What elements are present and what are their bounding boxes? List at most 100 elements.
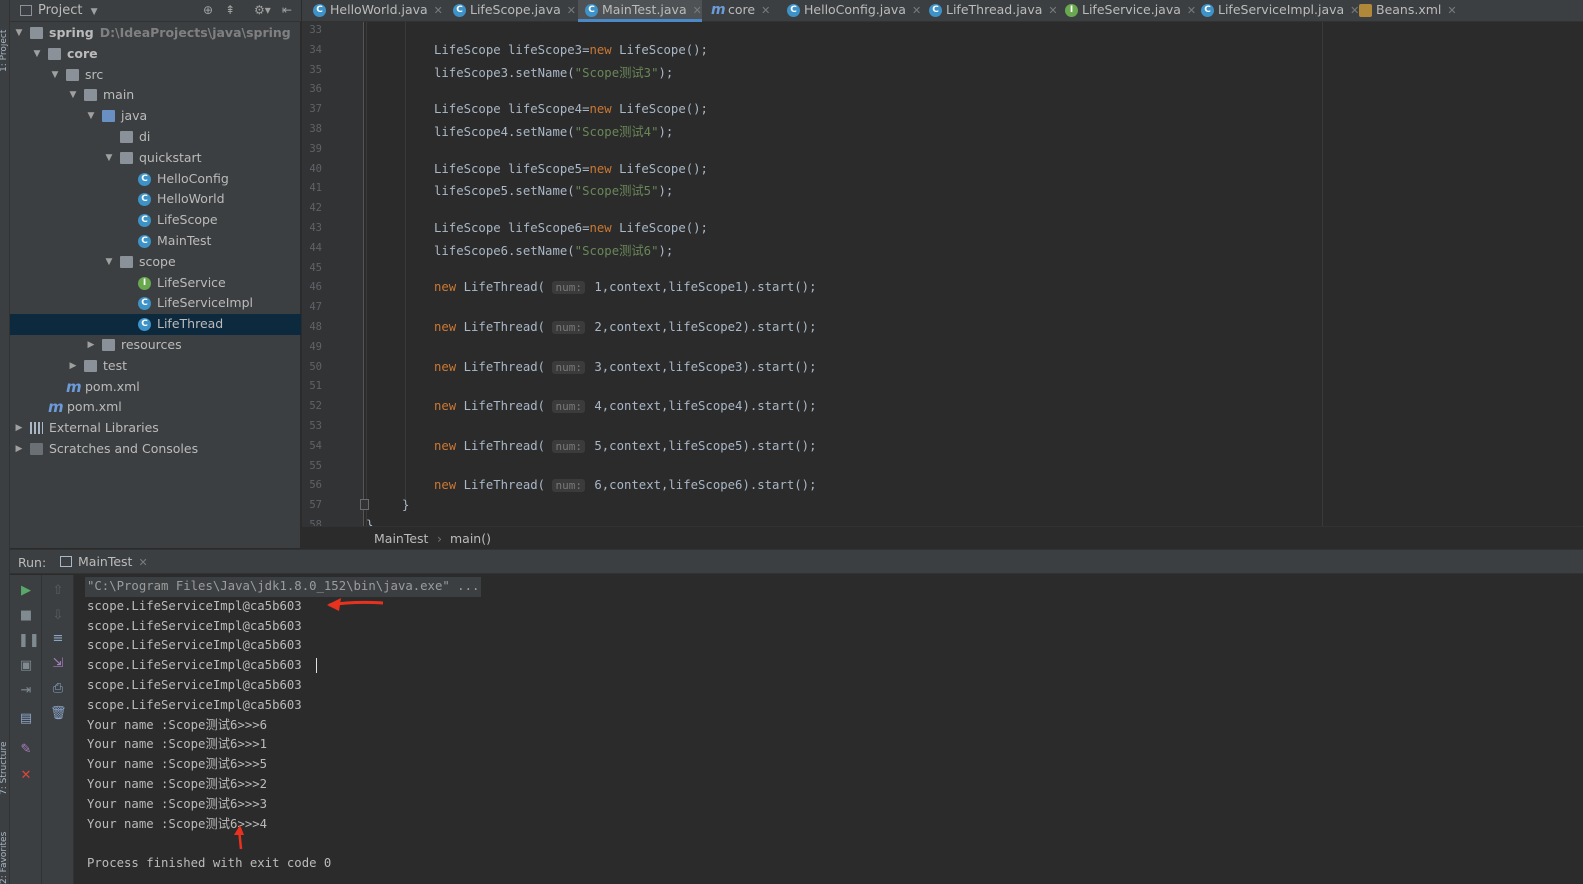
gear-icon[interactable]: ⚙▾ <box>254 3 271 17</box>
editor-tab-label: HelloWorld.java <box>330 2 428 17</box>
tree-item[interactable]: C HelloConfig <box>10 169 301 190</box>
tree-item[interactable]: ▼ core <box>10 44 301 65</box>
class-icon: C <box>138 172 151 186</box>
rerun-icon[interactable]: ▶ <box>18 583 34 599</box>
expanded-arrow-icon[interactable]: ▼ <box>86 106 96 127</box>
tree-item-label: LifeScope <box>157 212 218 228</box>
tree-item[interactable]: I LifeService <box>10 273 301 294</box>
console-line: Process finished with exit code 0 <box>87 856 332 871</box>
close-icon[interactable]: ✕ <box>434 4 443 17</box>
soft-wrap-icon[interactable]: ≡ <box>50 631 66 647</box>
class-icon: C <box>313 4 326 17</box>
tree-item-label: spring D:\IdeaProjects\java\spring <box>49 25 291 40</box>
fold-marker-icon[interactable] <box>360 499 369 510</box>
code-editor[interactable]: 33 34 35 36 37 38 39 40 41 42 43 44 45 46 47 48 49 50 51 52… <box>302 22 1583 526</box>
tree-item[interactable]: ▶ resources <box>10 335 301 356</box>
editor-tab[interactable]: C MainTest.java ✕ <box>578 0 702 22</box>
tree-item[interactable]: m pom.xml <box>10 377 301 398</box>
editor-tab[interactable]: C HelloConfig.java ✕ <box>780 0 921 22</box>
tree-item[interactable]: ▶ External Libraries <box>10 418 301 439</box>
layout-icon[interactable]: ▤ <box>18 711 34 727</box>
collapse-all-icon[interactable]: ⇞ <box>225 3 235 17</box>
editor-tab[interactable]: C HelloWorld.java ✕ <box>306 0 443 22</box>
line-number: 43 <box>309 222 322 234</box>
right-margin-line <box>1322 22 1323 526</box>
tree-item[interactable]: ▼ java <box>10 106 301 127</box>
close-icon[interactable]: ✕ <box>1447 4 1456 17</box>
collapsed-arrow-icon[interactable]: ▶ <box>86 335 96 356</box>
editor-tab[interactable]: C LifeThread.java ✕ <box>922 0 1058 22</box>
project-view-selector[interactable]: Project ▼ <box>38 3 98 18</box>
run-tab-maintest[interactable]: MainTest ✕ <box>58 550 148 574</box>
arrow-up-icon[interactable]: ⇧ <box>50 583 66 599</box>
folder-icon <box>84 359 97 372</box>
tree-item-label: main <box>103 87 135 103</box>
close-icon[interactable]: ✕ <box>1048 4 1057 17</box>
tree-item[interactable]: C LifeServiceImpl <box>10 293 301 314</box>
tree-item[interactable]: ▶ test <box>10 356 301 377</box>
project-header: Project ▼ ⊕ ⇞ ⚙▾ ⇤ <box>10 0 301 22</box>
close-icon[interactable]: ✕ <box>912 4 921 17</box>
expanded-arrow-icon[interactable]: ▼ <box>32 44 42 65</box>
editor-tab[interactable]: Beans.xml ✕ <box>1352 0 1457 22</box>
hide-icon[interactable]: ⇤ <box>282 3 292 17</box>
class-icon: C <box>138 235 151 248</box>
exit-icon[interactable]: ⇥ <box>18 683 34 699</box>
tree-item[interactable]: C LifeThread <box>10 314 301 335</box>
dump-threads-icon[interactable]: ▣ <box>18 658 34 674</box>
editor-tab[interactable]: C LifeServiceImpl.java ✕ <box>1194 0 1359 22</box>
line-number: 44 <box>309 241 322 254</box>
code-line: lifeScope6.setName("Scope测试6"); <box>434 243 674 258</box>
editor-tab[interactable]: I LifeService.java ✕ <box>1058 0 1196 22</box>
target-icon[interactable]: ⊕ <box>203 3 213 17</box>
print-icon[interactable]: ⎙ <box>50 681 66 697</box>
tree-item[interactable]: ▶ Scratches and Consoles <box>10 439 301 460</box>
collapsed-arrow-icon[interactable]: ▶ <box>14 439 24 460</box>
breadcrumb-method[interactable]: main() <box>450 531 491 546</box>
line-number: 54 <box>309 439 322 452</box>
code-line: new LifeThread( num: 5,context,lifeScope… <box>434 438 817 453</box>
tree-item[interactable]: ▼ scope <box>10 252 301 273</box>
tree-item[interactable]: C HelloWorld <box>10 189 301 210</box>
editor-tab[interactable]: m core ✕ <box>704 0 770 22</box>
editor-tab-label: HelloConfig.java <box>804 2 906 17</box>
tree-item-label: MainTest <box>157 233 212 248</box>
module-folder-icon <box>48 47 61 60</box>
arrow-down-icon[interactable]: ⇩ <box>50 608 66 624</box>
tree-item[interactable]: C MainTest <box>10 231 301 252</box>
class-icon: C <box>787 4 800 17</box>
close-icon[interactable]: ✕ <box>18 768 34 784</box>
close-icon[interactable]: ✕ <box>693 4 702 17</box>
scroll-to-end-icon[interactable]: ⇲ <box>50 656 66 672</box>
tree-item[interactable]: C LifeScope <box>10 210 301 231</box>
breadcrumb-class[interactable]: MainTest <box>374 531 428 546</box>
close-icon[interactable]: ✕ <box>138 556 147 569</box>
tree-item[interactable]: di <box>10 127 301 148</box>
line-number: 38 <box>309 123 322 135</box>
collapsed-arrow-icon[interactable]: ▶ <box>68 356 78 377</box>
trash-icon[interactable]: 🗑 <box>50 706 67 722</box>
tree-item[interactable]: ▼ src <box>10 65 301 86</box>
expanded-arrow-icon[interactable]: ▼ <box>68 85 78 106</box>
tree-item-label: quickstart <box>139 149 202 165</box>
close-icon[interactable]: ✕ <box>567 4 576 17</box>
console-output[interactable]: "C:\Program Files\Java\jdk1.8.0_152\bin\… <box>75 575 1583 884</box>
expanded-arrow-icon[interactable]: ▼ <box>50 65 60 86</box>
close-icon[interactable]: ✕ <box>761 4 770 17</box>
code-line: LifeScope lifeScope6=new LifeScope(); <box>434 221 708 235</box>
tree-item[interactable]: ▼ quickstart <box>10 148 301 169</box>
tree-item[interactable]: ▼ spring D:\IdeaProjects\java\spring <box>10 23 301 44</box>
tree-item[interactable]: m pom.xml <box>10 397 301 418</box>
stop-icon[interactable]: ■ <box>18 608 34 624</box>
line-number: 35 <box>309 63 322 76</box>
editor-tab[interactable]: C LifeScope.java ✕ <box>446 0 576 22</box>
class-icon: C <box>1201 4 1214 17</box>
tree-item[interactable]: ▼ main <box>10 85 301 106</box>
collapsed-arrow-icon[interactable]: ▶ <box>14 418 24 439</box>
pause-icon[interactable]: ❚❚ <box>18 633 40 649</box>
pin-icon[interactable]: ✎ <box>18 742 34 758</box>
expanded-arrow-icon[interactable]: ▼ <box>14 23 24 44</box>
line-number: 51 <box>309 380 322 393</box>
expanded-arrow-icon[interactable]: ▼ <box>104 252 114 273</box>
expanded-arrow-icon[interactable]: ▼ <box>104 148 114 169</box>
